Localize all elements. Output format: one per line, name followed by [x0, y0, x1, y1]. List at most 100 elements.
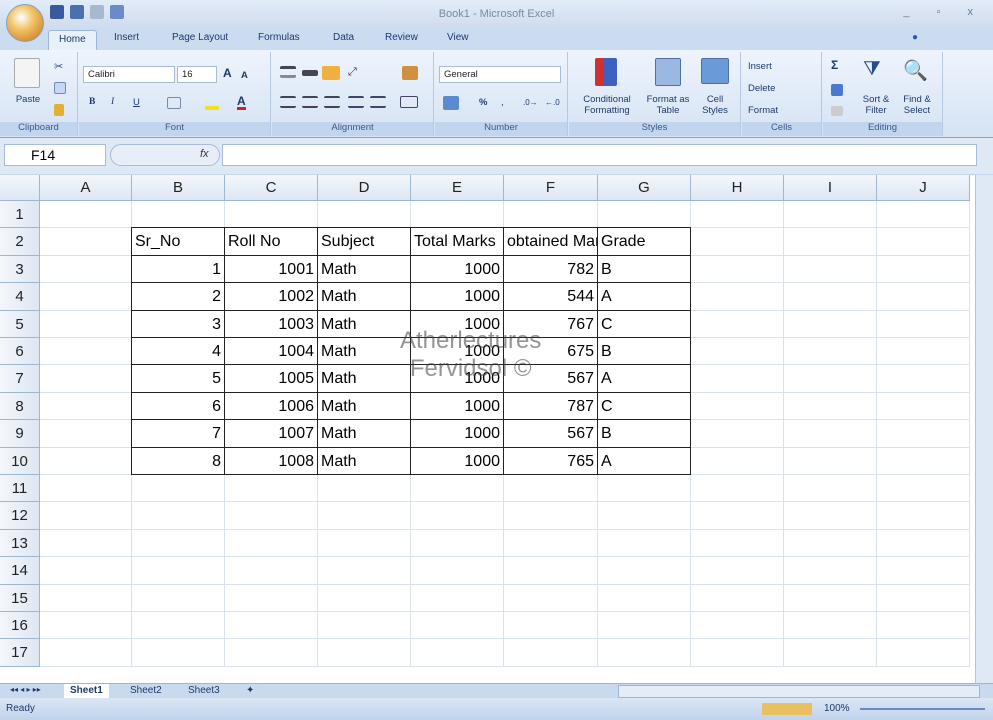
cell[interactable] — [877, 502, 970, 530]
table-cell[interactable]: 567 — [503, 419, 598, 448]
insert-function-button[interactable]: fx — [200, 148, 209, 160]
table-cell[interactable]: B — [597, 419, 691, 448]
cell[interactable] — [784, 447, 877, 475]
table-cell[interactable]: 1000 — [410, 391, 504, 421]
table-cell[interactable]: 787 — [503, 391, 598, 421]
cell[interactable] — [691, 502, 784, 530]
cell[interactable] — [784, 310, 877, 338]
cell[interactable] — [225, 639, 318, 667]
office-button[interactable] — [6, 4, 44, 42]
cell[interactable] — [784, 338, 877, 366]
cell[interactable] — [411, 502, 504, 530]
cell[interactable] — [691, 557, 784, 585]
cell[interactable] — [784, 365, 877, 393]
cell[interactable] — [691, 310, 784, 338]
column-header-A[interactable]: A — [40, 175, 132, 201]
row-header-1[interactable]: 1 — [0, 201, 40, 229]
tab-data[interactable]: Data — [333, 32, 354, 43]
cell-styles-icon[interactable] — [701, 58, 729, 84]
fill-color-icon[interactable] — [205, 96, 219, 110]
comma-icon[interactable]: , — [501, 97, 504, 108]
cell[interactable] — [691, 639, 784, 667]
cell[interactable] — [598, 584, 691, 612]
cell[interactable] — [877, 420, 970, 448]
table-cell[interactable]: A — [597, 282, 691, 311]
cell[interactable] — [132, 639, 225, 667]
cell[interactable] — [40, 475, 132, 503]
help-icon[interactable]: ● — [912, 32, 918, 43]
tab-formulas[interactable]: Formulas — [258, 32, 300, 43]
column-header-E[interactable]: E — [411, 175, 504, 201]
row-header-17[interactable]: 17 — [0, 639, 40, 667]
shrink-font-icon[interactable]: A — [241, 70, 248, 81]
table-cell[interactable]: 1000 — [410, 282, 504, 311]
cell[interactable] — [877, 584, 970, 612]
tab-view[interactable]: View — [447, 32, 469, 43]
find-select-button[interactable]: Find & Select — [897, 94, 937, 116]
table-cell[interactable]: 1003 — [224, 309, 318, 338]
sheet-tab-sheet3[interactable]: Sheet3 — [182, 684, 226, 699]
insert-cells-button[interactable]: Insert — [748, 61, 772, 72]
copy-icon[interactable] — [54, 82, 66, 94]
cell[interactable] — [132, 475, 225, 503]
top-align-icon[interactable] — [280, 66, 296, 78]
table-cell[interactable]: 1000 — [410, 254, 504, 284]
sort-filter-icon[interactable]: ⧩ — [863, 58, 891, 86]
cell[interactable] — [40, 228, 132, 256]
row-header-10[interactable]: 10 — [0, 447, 40, 475]
table-cell[interactable]: Subject — [317, 227, 411, 256]
paste-button[interactable]: Paste — [8, 94, 48, 105]
decrease-indent-icon[interactable] — [348, 96, 364, 108]
cell[interactable] — [225, 201, 318, 229]
sort-filter-button[interactable]: Sort & Filter — [857, 94, 895, 116]
cell[interactable] — [784, 228, 877, 256]
align-center-icon[interactable] — [302, 96, 318, 108]
format-as-table-button[interactable]: Format as Table — [643, 94, 693, 116]
name-box[interactable]: F14 — [4, 144, 106, 166]
cell[interactable] — [40, 310, 132, 338]
cell[interactable] — [40, 420, 132, 448]
cell[interactable] — [40, 338, 132, 366]
table-cell[interactable]: Math — [317, 282, 411, 311]
cell[interactable] — [225, 584, 318, 612]
cell[interactable] — [691, 255, 784, 284]
table-cell[interactable]: 1001 — [224, 254, 318, 284]
format-painter-icon[interactable] — [54, 104, 64, 116]
select-all-corner[interactable] — [0, 175, 40, 201]
table-cell[interactable]: Sr_No — [131, 227, 225, 256]
table-cell[interactable]: A — [597, 364, 691, 393]
table-cell[interactable]: 1008 — [224, 446, 318, 475]
column-header-B[interactable]: B — [132, 175, 225, 201]
cell[interactable] — [784, 612, 877, 640]
paste-icon[interactable] — [14, 58, 40, 88]
window-controls[interactable]: _ ▫ x — [903, 6, 985, 18]
orientation-icon[interactable]: ⤢ — [348, 66, 366, 80]
cell[interactable] — [40, 283, 132, 311]
font-size-combo[interactable]: 16 — [177, 66, 217, 83]
font-color-icon[interactable]: A — [237, 95, 246, 110]
table-cell[interactable]: 1007 — [224, 419, 318, 448]
table-cell[interactable]: 1002 — [224, 282, 318, 311]
cell[interactable] — [598, 612, 691, 640]
view-buttons[interactable] — [762, 703, 812, 715]
autosum-button[interactable]: Σ — [831, 59, 838, 71]
cell[interactable] — [40, 201, 132, 229]
row-header-14[interactable]: 14 — [0, 557, 40, 585]
cell[interactable] — [40, 365, 132, 393]
vertical-scrollbar[interactable] — [975, 175, 993, 683]
cell[interactable] — [40, 392, 132, 421]
tab-home[interactable]: Home — [48, 30, 97, 50]
column-header-I[interactable]: I — [784, 175, 877, 201]
number-format-combo[interactable]: General — [439, 66, 561, 83]
cell[interactable] — [504, 201, 598, 229]
table-cell[interactable]: Math — [317, 309, 411, 338]
cell[interactable] — [598, 529, 691, 558]
cell[interactable] — [784, 255, 877, 284]
table-cell[interactable]: Total Marks — [410, 227, 504, 256]
cell[interactable] — [598, 639, 691, 667]
cell[interactable] — [504, 584, 598, 612]
tab-page-layout[interactable]: Page Layout — [172, 32, 228, 43]
column-header-G[interactable]: G — [598, 175, 691, 201]
table-cell[interactable]: obtained Marks — [503, 227, 598, 256]
cell[interactable] — [784, 283, 877, 311]
